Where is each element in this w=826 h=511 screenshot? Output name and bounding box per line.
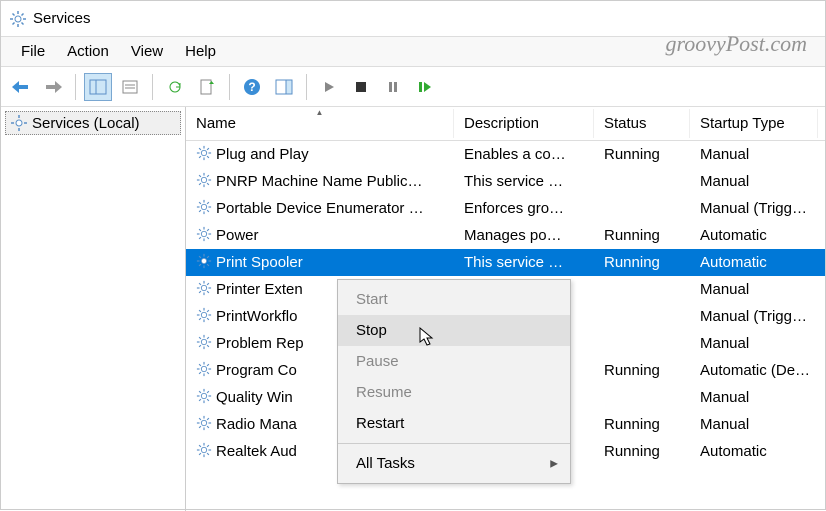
sort-ascending-icon: ▲ xyxy=(316,109,324,117)
cell-status: Running xyxy=(594,227,690,244)
gear-icon xyxy=(196,280,212,300)
cell-status: Running xyxy=(594,254,690,271)
column-header-startup[interactable]: Startup Type xyxy=(690,109,818,138)
forward-button[interactable] xyxy=(39,73,67,101)
menu-action[interactable]: Action xyxy=(57,39,119,64)
chevron-right-icon: ▶ xyxy=(550,458,558,469)
gear-icon xyxy=(196,253,212,273)
refresh-button[interactable] xyxy=(161,73,189,101)
gear-icon xyxy=(9,10,27,28)
cell-description: Manages po… xyxy=(454,227,594,244)
toolbar-separator xyxy=(229,74,230,100)
context-menu-all-tasks[interactable]: All Tasks ▶ xyxy=(338,448,570,479)
context-menu-start: Start xyxy=(338,284,570,315)
context-menu-label: All Tasks xyxy=(356,455,415,472)
gear-icon xyxy=(10,114,28,132)
window-title: Services xyxy=(33,10,91,27)
cell-description: Enables a co… xyxy=(454,146,594,163)
properties-button[interactable] xyxy=(116,73,144,101)
context-menu-pause: Pause xyxy=(338,346,570,377)
start-service-button[interactable] xyxy=(315,73,343,101)
tree-root-label: Services (Local) xyxy=(32,115,140,132)
table-row[interactable]: Print SpoolerThis service …RunningAutoma… xyxy=(186,249,825,276)
cell-startup: Manual xyxy=(690,335,818,352)
gear-icon xyxy=(196,388,212,408)
context-menu-restart[interactable]: Restart xyxy=(338,408,570,439)
restart-service-button[interactable] xyxy=(411,73,439,101)
stop-service-button[interactable] xyxy=(347,73,375,101)
toolbar: ? xyxy=(1,67,825,107)
toolbar-separator xyxy=(306,74,307,100)
table-row[interactable]: Portable Device Enumerator …Enforces gro… xyxy=(186,195,825,222)
cell-description: This service … xyxy=(454,254,594,271)
cell-startup: Manual (Trigg… xyxy=(690,200,818,217)
menu-help[interactable]: Help xyxy=(175,39,226,64)
cell-name: Print Spooler xyxy=(186,253,454,273)
column-header-name[interactable]: Name▲ xyxy=(186,109,454,138)
table-row[interactable]: PNRP Machine Name Public…This service … M… xyxy=(186,168,825,195)
gear-icon xyxy=(196,442,212,462)
menubar: File Action View Help xyxy=(1,37,825,67)
toolbar-separator xyxy=(75,74,76,100)
cell-startup: Manual (Trigg… xyxy=(690,308,818,325)
export-list-button[interactable] xyxy=(193,73,221,101)
cell-startup: Automatic xyxy=(690,443,818,460)
pause-service-button[interactable] xyxy=(379,73,407,101)
titlebar: Services xyxy=(1,1,825,37)
gear-icon xyxy=(196,199,212,219)
gear-icon xyxy=(196,307,212,327)
show-hide-tree-button[interactable] xyxy=(84,73,112,101)
help-button[interactable]: ? xyxy=(238,73,266,101)
gear-icon xyxy=(196,226,212,246)
context-menu: StartStopPauseResumeRestart All Tasks ▶ xyxy=(337,279,571,484)
tree-root-item[interactable]: Services (Local) xyxy=(5,111,181,135)
cell-startup: Automatic (De… xyxy=(690,362,818,379)
cell-name: Power xyxy=(186,226,454,246)
cell-status: Running xyxy=(594,416,690,433)
cell-description: Enforces gro… xyxy=(454,200,594,217)
tree-pane: Services (Local) xyxy=(1,107,186,511)
menu-file[interactable]: File xyxy=(11,39,55,64)
context-menu-separator xyxy=(338,443,570,444)
cell-startup: Automatic xyxy=(690,254,818,271)
cell-startup: Manual xyxy=(690,416,818,433)
table-row[interactable]: PowerManages po…RunningAutomatic xyxy=(186,222,825,249)
svg-text:?: ? xyxy=(248,80,255,94)
gear-icon xyxy=(196,145,212,165)
cell-name: Plug and Play xyxy=(186,145,454,165)
cell-startup: Automatic xyxy=(690,227,818,244)
context-menu-stop[interactable]: Stop xyxy=(338,315,570,346)
cell-startup: Manual xyxy=(690,281,818,298)
cell-name: PNRP Machine Name Public… xyxy=(186,172,454,192)
cell-description: This service … xyxy=(454,173,594,190)
back-button[interactable] xyxy=(7,73,35,101)
gear-icon xyxy=(196,334,212,354)
cell-name: Portable Device Enumerator … xyxy=(186,199,454,219)
gear-icon xyxy=(196,415,212,435)
context-menu-resume: Resume xyxy=(338,377,570,408)
cell-startup: Manual xyxy=(690,146,818,163)
table-row[interactable]: Plug and PlayEnables a co…RunningManual xyxy=(186,141,825,168)
toolbar-separator xyxy=(152,74,153,100)
list-header: Name▲ Description Status Startup Type xyxy=(186,107,825,141)
cell-status: Running xyxy=(594,362,690,379)
cell-status: Running xyxy=(594,146,690,163)
gear-icon xyxy=(196,361,212,381)
column-header-status[interactable]: Status xyxy=(594,109,690,138)
column-header-description[interactable]: Description xyxy=(454,109,594,138)
cell-status: Running xyxy=(594,443,690,460)
gear-icon xyxy=(196,172,212,192)
menu-view[interactable]: View xyxy=(121,39,173,64)
cell-startup: Manual xyxy=(690,389,818,406)
cell-startup: Manual xyxy=(690,173,818,190)
show-hide-action-pane-button[interactable] xyxy=(270,73,298,101)
